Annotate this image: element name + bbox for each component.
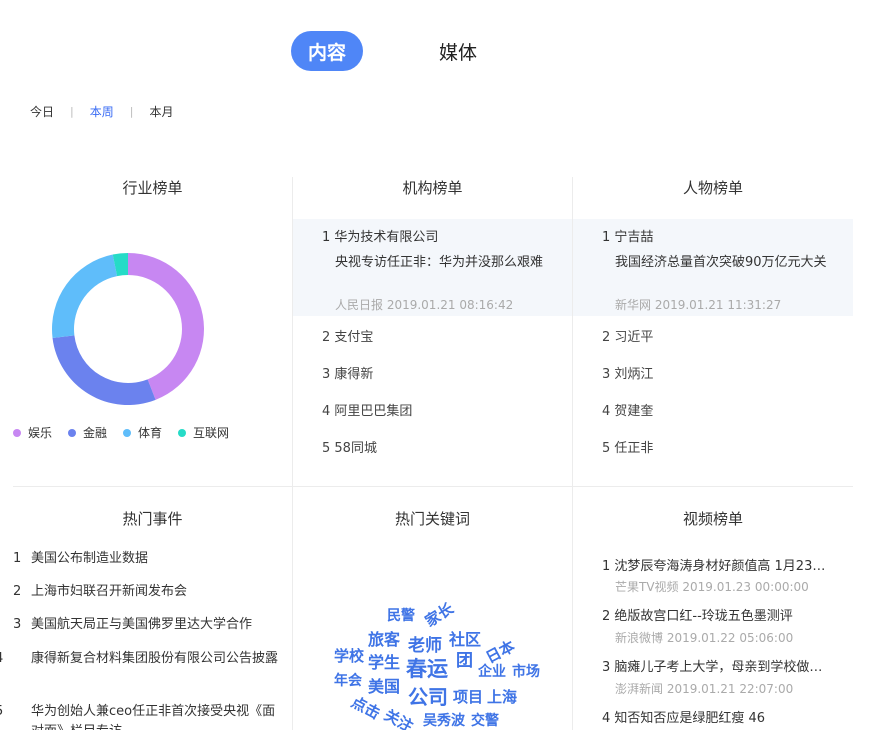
- person-panel: 人物榜单 1 宁吉喆 我国经济总量首次突破90万亿元大关 新华网 2019.01…: [573, 177, 853, 477]
- org-panel: 机构榜单 1 华为技术有限公司 央视专访任正非：华为并没那么艰难 人民日报 20…: [293, 177, 572, 477]
- video-item-source: 芒果TV视频 2019.01.23 00:00:00: [615, 580, 809, 594]
- org-top-headline[interactable]: 央视专访任正非：华为并没那么艰难: [335, 251, 543, 270]
- person-top-item[interactable]: 1 宁吉喆 我国经济总量首次突破90万亿元大关 新华网 2019.01.21 1…: [573, 219, 853, 316]
- legend-item[interactable]: 互联网: [178, 424, 229, 441]
- video-item-source: 澎湃新闻 2019.01.21 22:07:00: [615, 682, 794, 696]
- donut-slice-娱乐[interactable]: [128, 253, 205, 400]
- legend-label: 互联网: [193, 426, 230, 440]
- range-separator: |: [129, 105, 134, 118]
- legend-item[interactable]: 娱乐: [13, 424, 52, 441]
- time-range-filter: 今日 | 本周 | 本月: [30, 103, 173, 120]
- row-divider: [13, 486, 853, 487]
- person-item[interactable]: 2 习近平: [602, 326, 653, 345]
- keyword[interactable]: 学校: [334, 645, 364, 666]
- content-media-tabs: 内容 媒体: [291, 31, 477, 71]
- video-item-source: 新浪微博 2019.01.22 05:06:00: [615, 631, 794, 645]
- org-item[interactable]: 5 58同城: [322, 437, 377, 456]
- keyword[interactable]: 市场: [512, 661, 540, 681]
- org-item[interactable]: 4 阿里巴巴集团: [322, 400, 412, 419]
- legend-item[interactable]: 体育: [123, 424, 162, 441]
- keyword[interactable]: 美国: [368, 673, 400, 697]
- video-item-title[interactable]: 1 沈梦辰夸海涛身材好颜值高 1月23…: [602, 555, 825, 574]
- tab-media[interactable]: 媒体: [439, 38, 477, 65]
- legend-dot-icon: [68, 428, 77, 437]
- event-item[interactable]: 4康得新复合材料集团股份有限公司公告披露: [0, 649, 288, 669]
- range-week[interactable]: 本周: [90, 103, 114, 120]
- legend-dot-icon: [13, 428, 21, 437]
- legend-dot-icon: [123, 428, 132, 437]
- industry-legend: 娱乐 金融 体育 互联网: [13, 424, 245, 441]
- org-title: 机构榜单: [402, 179, 463, 197]
- org-top-rank: 1 华为技术有限公司: [322, 230, 439, 245]
- video-item-title[interactable]: 4 知否知否应是绿肥红瘦 46: [602, 707, 765, 726]
- keyword[interactable]: 吴秀波: [423, 710, 465, 730]
- tab-content[interactable]: 内容: [291, 31, 363, 71]
- keyword[interactable]: 团: [456, 646, 473, 671]
- person-item[interactable]: 3 刘炳江: [602, 363, 653, 382]
- keywords-title: 热门关键词: [394, 510, 470, 528]
- keyword[interactable]: 春运: [406, 653, 448, 683]
- keyword[interactable]: 上海: [487, 686, 517, 707]
- legend-label: 体育: [138, 426, 163, 440]
- keyword[interactable]: 民警: [387, 605, 415, 625]
- donut-slice-金融[interactable]: [52, 335, 156, 405]
- person-top-source: 新华网 2019.01.21 11:31:27: [615, 298, 782, 312]
- org-item[interactable]: 3 康得新: [322, 363, 373, 382]
- keyword[interactable]: 学生: [368, 649, 400, 673]
- video-item-title[interactable]: 3 脑瘫儿子考上大学，母亲到学校做…: [602, 656, 822, 675]
- keyword[interactable]: 项目: [453, 686, 483, 707]
- events-title: 热门事件: [122, 510, 183, 528]
- keyword[interactable]: 公司: [408, 681, 448, 710]
- person-title: 人物榜单: [682, 179, 743, 197]
- org-item[interactable]: 2 支付宝: [322, 326, 373, 345]
- keyword[interactable]: 企业: [478, 661, 506, 681]
- industry-title: 行业榜单: [122, 179, 183, 197]
- person-top-rank: 1 宁吉喆: [602, 230, 654, 245]
- legend-item[interactable]: 金融: [68, 424, 107, 441]
- video-item-title[interactable]: 2 绝版故宫口红--玲珑五色墨测评: [602, 605, 793, 624]
- videos-title: 视频榜单: [682, 510, 743, 528]
- event-item[interactable]: 2 上海市妇联召开新闻发布会: [13, 582, 288, 602]
- person-top-headline[interactable]: 我国经济总量首次突破90万亿元大关: [615, 251, 827, 270]
- keyword[interactable]: 旅客: [368, 626, 400, 650]
- range-separator: |: [70, 105, 74, 118]
- range-month[interactable]: 本月: [149, 103, 173, 120]
- keyword[interactable]: 年会: [334, 670, 362, 690]
- person-item[interactable]: 5 任正非: [602, 437, 653, 456]
- keyword[interactable]: 交警: [471, 710, 499, 730]
- org-top-source: 人民日报 2019.01.21 08:16:42: [335, 298, 514, 312]
- industry-donut-chart: [52, 253, 205, 405]
- range-today[interactable]: 今日: [30, 103, 54, 120]
- event-item[interactable]: 3 美国航天局正与美国佛罗里达大学合作: [13, 615, 288, 635]
- legend-dot-icon: [178, 428, 187, 437]
- event-item[interactable]: 5华为创始人兼ceo任正非首次接受央视《面对面》栏目专访: [0, 702, 288, 730]
- legend-label: 娱乐: [28, 426, 53, 440]
- org-top-item[interactable]: 1 华为技术有限公司 央视专访任正非：华为并没那么艰难 人民日报 2019.01…: [293, 219, 572, 316]
- legend-label: 金融: [83, 426, 108, 440]
- person-item[interactable]: 4 贺建奎: [602, 400, 653, 419]
- donut-slice-体育[interactable]: [52, 254, 118, 338]
- event-item[interactable]: 1 美国公布制造业数据: [13, 549, 288, 569]
